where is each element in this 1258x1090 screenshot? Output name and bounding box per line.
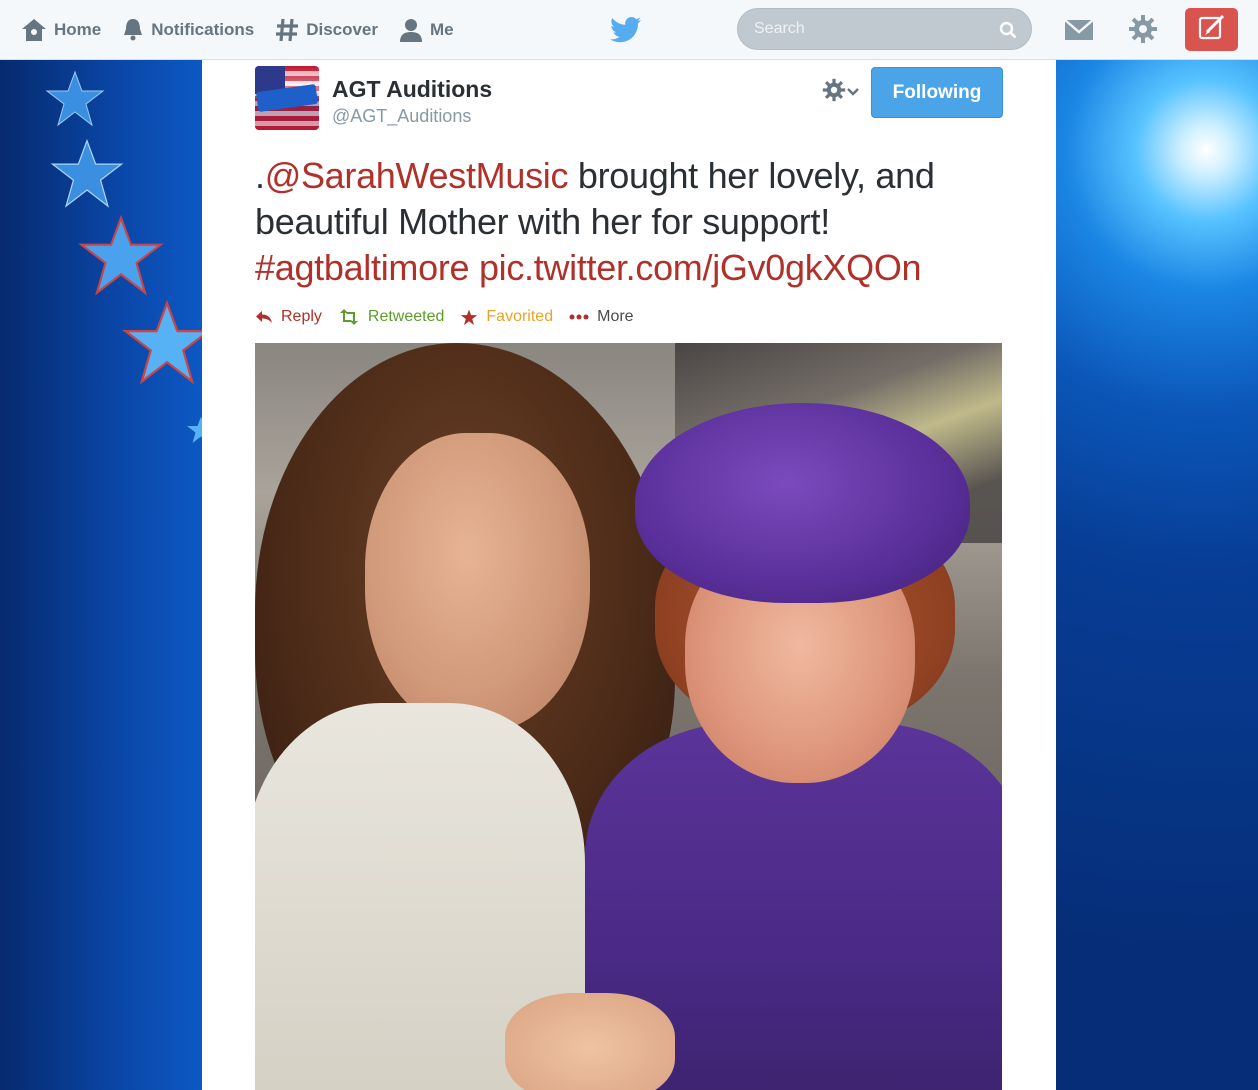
more-label: More: [597, 308, 634, 325]
star-decoration: [187, 416, 202, 443]
photo-mother-beret: [635, 403, 970, 603]
star-icon: [460, 309, 478, 326]
reply-icon: [255, 309, 273, 325]
gear-icon[interactable]: [1128, 14, 1158, 49]
tweet-photo[interactable]: [255, 343, 1002, 1090]
chevron-down-icon: [846, 84, 860, 102]
nav-me-label: Me: [430, 19, 454, 39]
pic-link[interactable]: pic.twitter.com/jGv0gkXQOn: [479, 247, 922, 288]
star-decoration: [50, 138, 124, 208]
nav-me[interactable]: Me: [388, 0, 464, 60]
search-icon[interactable]: [999, 21, 1017, 44]
envelope-icon[interactable]: [1063, 14, 1095, 49]
photo-hands: [505, 993, 675, 1090]
reply-button[interactable]: Reply: [255, 308, 322, 326]
retweet-label: Retweeted: [367, 308, 445, 325]
search-input[interactable]: [754, 20, 994, 38]
reply-label: Reply: [281, 308, 322, 325]
nav-home-label: Home: [54, 19, 102, 39]
nav-home[interactable]: Home: [10, 0, 111, 60]
search-box[interactable]: [737, 8, 1032, 50]
person-icon: [398, 17, 424, 43]
retweet-icon: [338, 309, 360, 325]
nav-discover[interactable]: Discover: [264, 0, 388, 60]
following-button[interactable]: Following: [871, 67, 1003, 118]
bell-icon: [121, 17, 145, 43]
ellipsis-icon: [569, 314, 589, 320]
star-decoration: [122, 300, 202, 385]
hashtag-icon: [274, 17, 300, 43]
top-navigation-bar: Home Notifications Discover Me: [0, 0, 1258, 60]
account-handle[interactable]: @AGT_Auditions: [332, 106, 471, 127]
photo-woman-face: [365, 433, 590, 733]
more-button[interactable]: More: [569, 308, 634, 326]
nav-notifications-label: Notifications: [151, 19, 255, 39]
gear-icon: [822, 78, 846, 107]
background-right-panel: [1056, 60, 1258, 1090]
favorite-button[interactable]: Favorited: [460, 308, 553, 326]
compose-icon: [1197, 12, 1227, 47]
mention-link[interactable]: @SarahWestMusic: [265, 155, 569, 196]
compose-tweet-button[interactable]: [1185, 8, 1238, 51]
favorite-label: Favorited: [486, 308, 554, 325]
background-left-panel: [0, 60, 202, 1090]
twitter-bird-icon[interactable]: [610, 16, 642, 49]
tweet-actions: Reply Retweeted Favorited More: [255, 308, 650, 326]
star-decoration: [45, 70, 105, 127]
nav-notifications[interactable]: Notifications: [111, 0, 264, 60]
account-name[interactable]: AGT Auditions: [332, 76, 492, 103]
user-actions-menu[interactable]: [822, 78, 860, 107]
nav-discover-label: Discover: [306, 19, 379, 39]
hashtag-link[interactable]: #agtbaltimore: [255, 247, 470, 288]
retweet-button[interactable]: Retweeted: [338, 308, 445, 326]
star-decoration: [78, 215, 164, 296]
avatar[interactable]: [255, 66, 319, 130]
tweet-card: AGT Auditions @AGT_Auditions Following .…: [202, 60, 1056, 1090]
tweet-text: .@SarahWestMusic brought her lovely, and…: [255, 153, 975, 291]
tweet-text-prefix: .: [255, 155, 265, 196]
home-icon: [20, 17, 48, 43]
